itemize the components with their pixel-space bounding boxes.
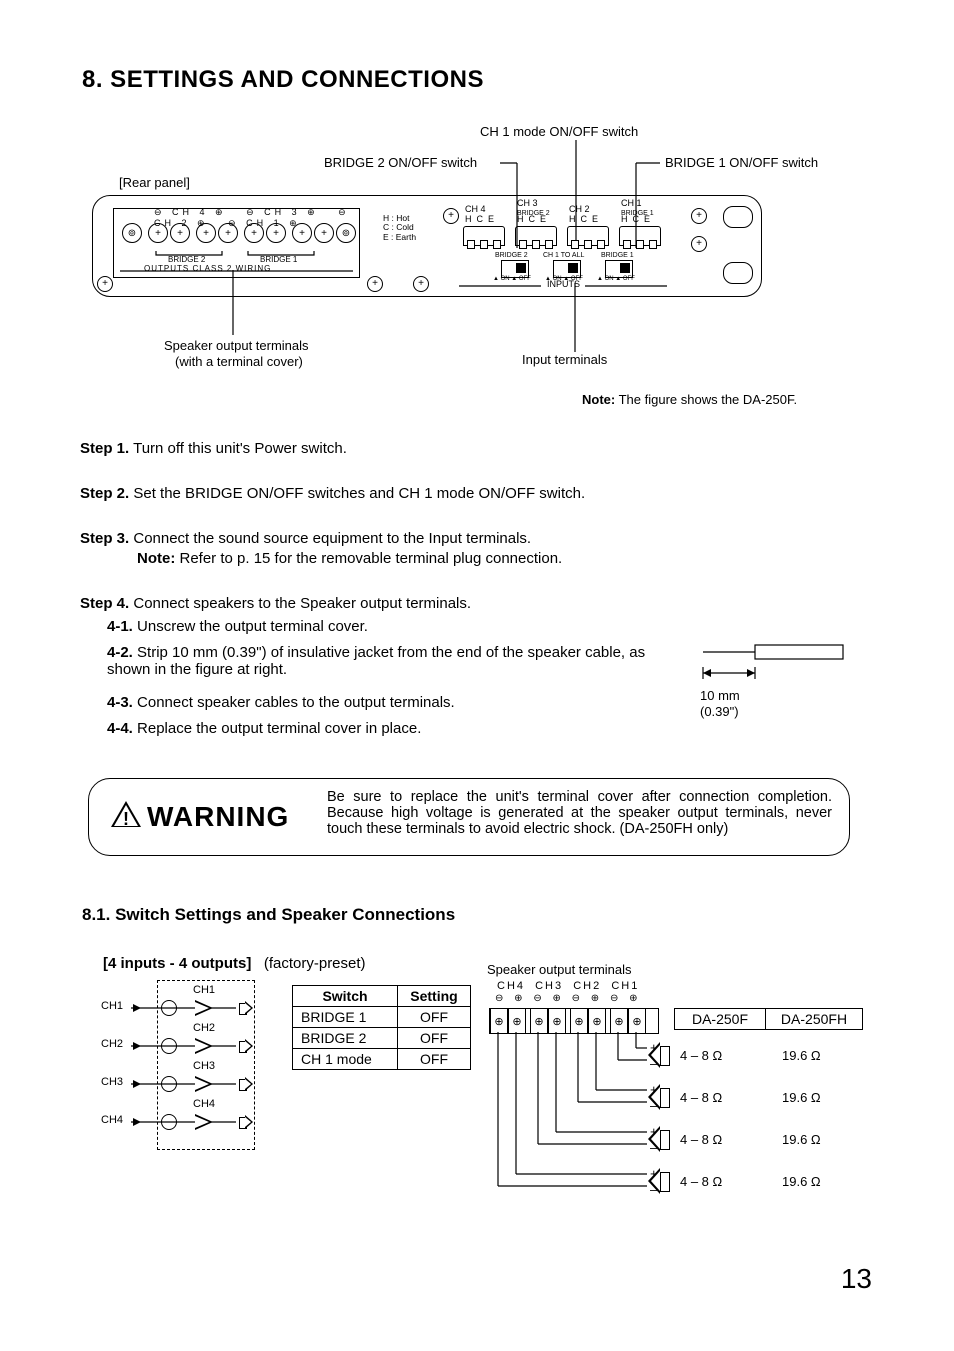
sig-label-ch1: CH1 bbox=[101, 1000, 123, 1012]
warning-title: WARNING bbox=[147, 801, 289, 833]
amp-lbl-4: CH4 bbox=[193, 1098, 215, 1110]
callout-inputs: Input terminals bbox=[522, 352, 607, 367]
input-block: + + + CH 4 H C E CH 3BRIDGE 2 H C E CH 2… bbox=[433, 202, 715, 288]
substep-4-1-label: 4-1. bbox=[107, 618, 133, 635]
substep-4-2-text: Strip 10 mm (0.39") of insulative jacket… bbox=[107, 644, 645, 678]
fuse-holder-icon bbox=[723, 262, 753, 284]
spk-imp-headers: DA-250F DA-250FH bbox=[674, 1008, 863, 1030]
rear-panel: ⊖ CH 4 ⊕ ⊖ CH 3 ⊕ ⊖ CH 2 ⊕ ⊖ CH 1 ⊕ ⊚ + … bbox=[92, 195, 762, 297]
figure-note: Note: The figure shows the DA-250F. bbox=[582, 392, 797, 407]
callout-ch1mode: CH 1 mode ON/OFF switch bbox=[480, 124, 638, 139]
step-2: Step 2. Set the BRIDGE ON/OFF switches a… bbox=[80, 485, 585, 502]
knob-icon bbox=[161, 1114, 177, 1130]
hdr-da250fh: DA-250FH bbox=[766, 1009, 863, 1030]
knob-icon bbox=[161, 1000, 177, 1016]
sig-label-ch4: CH4 bbox=[101, 1114, 123, 1126]
note-text: The figure shows the DA-250F. bbox=[619, 392, 797, 407]
config-title-row: [4 inputs - 4 outputs] (factory-preset) bbox=[103, 955, 366, 972]
subsection-heading: 8.1. Switch Settings and Speaker Connect… bbox=[82, 905, 455, 925]
step-3-note-label: Note: bbox=[137, 550, 175, 567]
hce-legend: H : Hot C : Cold E : Earth bbox=[383, 214, 416, 242]
imp-4a: 4 – 8 Ω bbox=[680, 1174, 722, 1189]
warning-box: ! WARNING Be sure to replace the unit's … bbox=[88, 778, 850, 856]
substep-4-4-label: 4-4. bbox=[107, 720, 133, 737]
substep-4-1: 4-1. Unscrew the output terminal cover. bbox=[107, 618, 368, 635]
chassis-screw-icon: + bbox=[413, 276, 429, 292]
substep-4-3-text: Connect speaker cables to the output ter… bbox=[137, 694, 455, 711]
amp-icon-inner bbox=[195, 1002, 209, 1014]
imp-1a: 4 – 8 Ω bbox=[680, 1048, 722, 1063]
substep-4-3-label: 4-3. bbox=[107, 694, 133, 711]
step-3-text: Connect the sound source equipment to th… bbox=[133, 530, 531, 547]
step-3-note-text: Refer to p. 15 for the removable termina… bbox=[180, 550, 563, 567]
config-title: [4 inputs - 4 outputs] bbox=[103, 955, 251, 972]
step-4-label: Step 4. bbox=[80, 595, 129, 612]
switch-settings-table: Switch Setting BRIDGE 1OFF BRIDGE 2OFF C… bbox=[292, 985, 471, 1070]
step-1-label: Step 1. bbox=[80, 440, 129, 457]
hdr-da250f: DA-250F bbox=[675, 1009, 766, 1030]
rear-panel-leaders bbox=[0, 0, 954, 380]
substep-4-4: 4-4. Replace the output terminal cover i… bbox=[107, 720, 421, 737]
ac-inlet-icon bbox=[723, 206, 753, 228]
signal-flow-diagram: CH1 CH1 CH2 CH2 CH3 CH3 CH4 CH4 bbox=[101, 980, 266, 1170]
inputs-label: INPUTS bbox=[547, 279, 580, 289]
page-number: 13 bbox=[841, 1263, 872, 1295]
imp-3a: 4 – 8 Ω bbox=[680, 1132, 722, 1147]
step-3-note: Note: Refer to p. 15 for the removable t… bbox=[137, 550, 562, 567]
imp-2a: 4 – 8 Ω bbox=[680, 1090, 722, 1105]
output-block: ⊖ CH 4 ⊕ ⊖ CH 3 ⊕ ⊖ CH 2 ⊕ ⊖ CH 1 ⊕ ⊚ + … bbox=[113, 208, 360, 278]
rear-panel-title: [Rear panel] bbox=[119, 175, 190, 190]
rack-screw-icon: + bbox=[97, 276, 113, 292]
amp-lbl-1: CH1 bbox=[193, 984, 215, 996]
th-setting: Setting bbox=[398, 986, 471, 1007]
td: BRIDGE 2 bbox=[293, 1028, 398, 1049]
knob-icon bbox=[161, 1076, 177, 1092]
imp-4b: 19.6 Ω bbox=[782, 1174, 821, 1189]
substep-4-3: 4-3. Connect speaker cables to the outpu… bbox=[107, 694, 455, 711]
imp-2b: 19.6 Ω bbox=[782, 1090, 821, 1105]
callout-spk-out-2: (with a terminal cover) bbox=[175, 354, 303, 369]
spk-term-polarity: ⊖ ⊕ ⊖ ⊕ ⊖ ⊕ ⊖ ⊕ bbox=[495, 993, 641, 1004]
step-4: Step 4. Connect speakers to the Speaker … bbox=[80, 595, 471, 612]
td: OFF bbox=[398, 1028, 471, 1049]
strip-len2: (0.39") bbox=[700, 704, 739, 719]
knob-icon bbox=[161, 1038, 177, 1054]
page: 8. SETTINGS AND CONNECTIONS CH 1 mode ON… bbox=[0, 0, 954, 1351]
imp-3b: 19.6 Ω bbox=[782, 1132, 821, 1147]
sig-label-ch2: CH2 bbox=[101, 1038, 123, 1050]
td: CH 1 mode bbox=[293, 1049, 398, 1070]
imp-1b: 19.6 Ω bbox=[782, 1048, 821, 1063]
step-1-text: Turn off this unit's Power switch. bbox=[133, 440, 347, 457]
td: OFF bbox=[398, 1007, 471, 1028]
callout-bridge2: BRIDGE 2 ON/OFF switch bbox=[324, 155, 477, 170]
substep-4-2-label: 4-2. bbox=[107, 644, 133, 661]
strip-len: 10 mm bbox=[700, 688, 740, 703]
substep-4-2: 4-2. Strip 10 mm (0.39") of insulative j… bbox=[107, 644, 662, 678]
warning-exclaim: ! bbox=[123, 809, 129, 830]
step-2-text: Set the BRIDGE ON/OFF switches and CH 1 … bbox=[133, 485, 585, 502]
callout-bridge1: BRIDGE 1 ON/OFF switch bbox=[665, 155, 818, 170]
legend-e: E : Earth bbox=[383, 233, 416, 242]
amp-lbl-2: CH2 bbox=[193, 1022, 215, 1034]
td: OFF bbox=[398, 1049, 471, 1070]
warning-body: Be sure to replace the unit's terminal c… bbox=[327, 789, 832, 837]
step-3-label: Step 3. bbox=[80, 530, 129, 547]
step-3: Step 3. Connect the sound source equipme… bbox=[80, 530, 531, 547]
callout-spk-out-1: Speaker output terminals bbox=[164, 338, 309, 353]
sig-label-ch3: CH3 bbox=[101, 1076, 123, 1088]
th-switch: Switch bbox=[293, 986, 398, 1007]
substep-4-4-text: Replace the output terminal cover in pla… bbox=[137, 720, 421, 737]
spk-term-strip: ⊕ ⊕ ⊕ ⊕ ⊕ ⊕ ⊕ ⊕ bbox=[489, 1008, 659, 1034]
td: BRIDGE 1 bbox=[293, 1007, 398, 1028]
step-1: Step 1. Turn off this unit's Power switc… bbox=[80, 440, 347, 457]
step-2-label: Step 2. bbox=[80, 485, 129, 502]
chassis-screw-icon: + bbox=[367, 276, 383, 292]
spk-term-title: Speaker output terminals bbox=[487, 962, 632, 977]
step-4-text: Connect speakers to the Speaker output t… bbox=[133, 595, 471, 612]
amp-lbl-3: CH3 bbox=[193, 1060, 215, 1072]
note-label: Note: bbox=[582, 392, 615, 407]
substep-4-1-text: Unscrew the output terminal cover. bbox=[137, 618, 368, 635]
spk-term-cols: CH4 CH3 CH2 CH1 bbox=[497, 980, 639, 992]
config-preset: (factory-preset) bbox=[264, 955, 366, 972]
